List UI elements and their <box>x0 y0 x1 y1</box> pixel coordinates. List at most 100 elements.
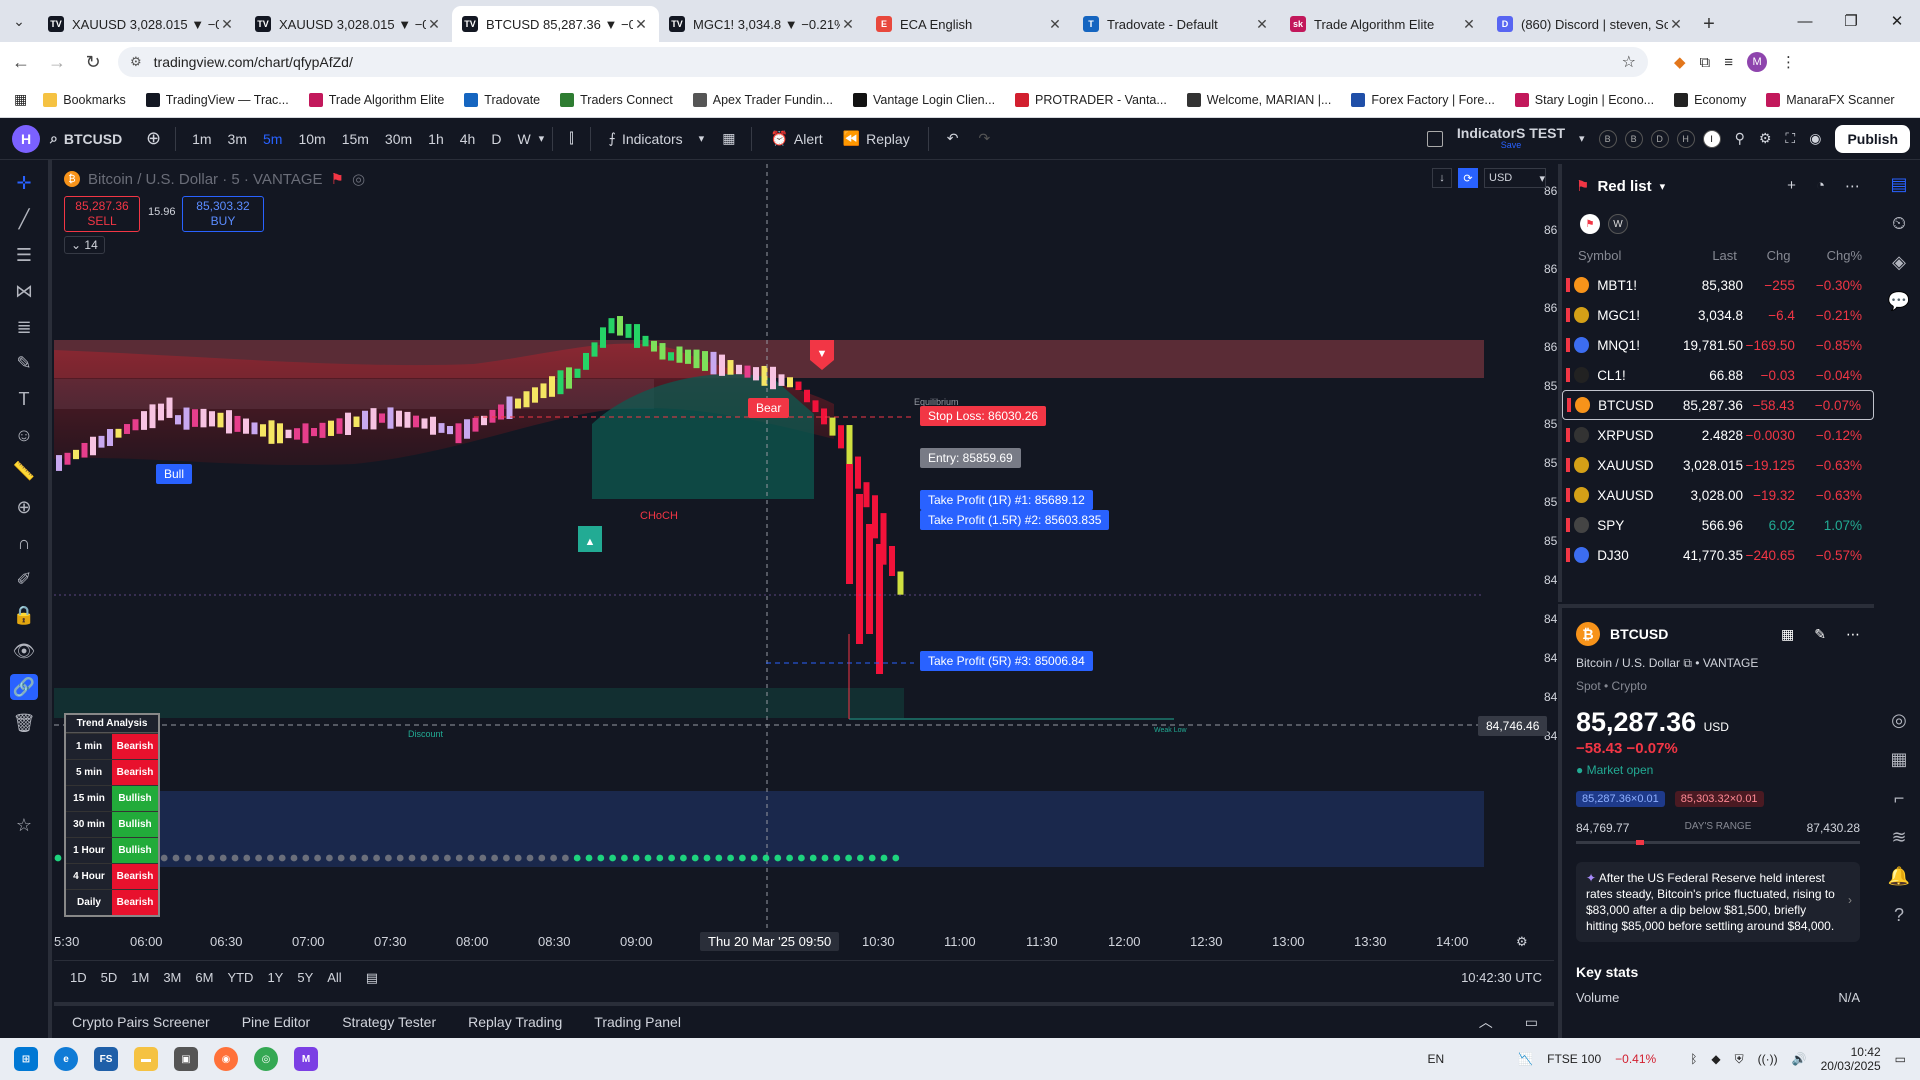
tab-search-icon[interactable]: ⌄ <box>0 0 38 42</box>
bookmark-item[interactable]: Traders Connect <box>560 92 673 107</box>
favorites-star-icon[interactable]: ☆ <box>10 812 38 838</box>
red-flag-icon[interactable] <box>1566 308 1570 322</box>
bookmark-item[interactable]: Economy <box>1674 92 1746 107</box>
bookmark-item[interactable]: TradingView — Trac... <box>145 92 289 107</box>
eye-icon[interactable]: 👁 <box>10 638 38 664</box>
timeframe-W[interactable]: W <box>509 131 538 147</box>
scroll-down-icon[interactable]: ↓ <box>1432 168 1452 188</box>
bookmark-item[interactable]: Vantage Login Clien... <box>852 92 995 107</box>
apps-grid-icon[interactable]: ▦ <box>14 91 27 108</box>
store-icon[interactable]: ▣ <box>166 1039 206 1079</box>
bookmark-item[interactable]: Tradovate <box>464 92 540 107</box>
back-icon[interactable]: ← <box>6 47 36 77</box>
watchlist-row[interactable]: CL1! 66.88 −0.03 −0.04% <box>1562 360 1874 390</box>
timeframe-10m[interactable]: 10m <box>290 131 333 147</box>
close-tab-icon[interactable]: ✕ <box>1254 16 1270 33</box>
close-tab-icon[interactable]: ✕ <box>1047 16 1063 33</box>
chevron-down-icon[interactable]: ▾ <box>1660 180 1666 193</box>
column-header[interactable]: Chg% <box>1791 248 1862 263</box>
edge-icon[interactable]: e <box>46 1039 86 1079</box>
chevron-down-icon[interactable]: ▾ <box>699 132 705 145</box>
emoji-icon[interactable]: ☺ <box>10 422 38 448</box>
details-symbol[interactable]: BTCUSD <box>1610 626 1668 642</box>
bluetooth-icon[interactable]: ᛒ <box>1690 1052 1697 1066</box>
watchlist-title[interactable]: Red list <box>1597 178 1651 195</box>
red-flag-icon[interactable] <box>1566 338 1570 352</box>
calendar-settings-icon[interactable]: ⚙ <box>1516 934 1528 950</box>
bookmark-item[interactable]: Bookmarks <box>43 92 126 107</box>
timeframe-1h[interactable]: 1h <box>420 131 452 147</box>
watchlist-row[interactable]: MBT1! 85,380 −255 −0.30% <box>1562 270 1874 300</box>
chart-type-icon[interactable]: ⫿ <box>561 130 581 147</box>
help-icon[interactable]: ? <box>1894 905 1904 926</box>
indicator-pill[interactable]: H <box>1676 129 1695 148</box>
browser-tab[interactable]: TV BTCUSD 85,287.36 ▼ −0. ✕ <box>452 6 659 42</box>
minimize-icon[interactable]: — <box>1782 13 1828 30</box>
red-flag-icon[interactable] <box>1566 278 1570 292</box>
timeframe-15m[interactable]: 15m <box>334 131 377 147</box>
browser-tab[interactable]: TV XAUUSD 3,028.015 ▼ −0. ✕ <box>38 6 245 42</box>
fss-app-icon[interactable]: FS <box>86 1039 126 1079</box>
symbol-search[interactable]: ⌕ BTCUSD <box>50 130 140 147</box>
reload-icon[interactable]: ↻ <box>78 47 108 77</box>
bookmark-item[interactable]: Welcome, MARIAN |... <box>1186 92 1331 107</box>
media-icon[interactable]: ≡ <box>1724 54 1733 71</box>
compare-symbol-icon[interactable]: ⊕ <box>146 128 161 149</box>
news-card[interactable]: ✦ After the US Federal Reserve held inte… <box>1576 862 1860 942</box>
file-explorer-icon[interactable]: ▬ <box>126 1039 166 1079</box>
bookmark-item[interactable]: Forex Factory | Fore... <box>1351 92 1495 107</box>
column-header[interactable]: Symbol <box>1578 248 1667 263</box>
ftse-label[interactable]: FTSE 100 <box>1547 1052 1601 1066</box>
volume-icon[interactable]: 🔊 <box>1792 1052 1807 1066</box>
horizontal-lines-icon[interactable]: ☰ <box>10 242 38 268</box>
watchlist-row[interactable]: NAS10019,587.20−159.65−0.81% <box>1562 570 1874 572</box>
target-icon[interactable]: ◎ <box>1891 710 1907 731</box>
add-symbol-icon[interactable]: + <box>1787 177 1796 195</box>
timeframe-30m[interactable]: 30m <box>377 131 420 147</box>
layers-icon[interactable]: ◈ <box>1892 252 1906 273</box>
fullscreen-icon[interactable]: ⛶ <box>1785 130 1795 147</box>
bottom-tab[interactable]: Trading Panel <box>594 1014 681 1030</box>
magnet-icon[interactable]: ∩ <box>10 530 38 556</box>
close-tab-icon[interactable]: ✕ <box>219 16 235 33</box>
timeframe-dropdown-icon[interactable]: ▾ <box>539 132 545 145</box>
flag-icon[interactable]: ⚑ <box>331 170 344 188</box>
range-YTD[interactable]: YTD <box>227 970 253 985</box>
timeframe-1m[interactable]: 1m <box>184 131 219 147</box>
wifi-icon[interactable]: ((·)) <box>1758 1052 1778 1066</box>
bottom-tab[interactable]: Crypto Pairs Screener <box>72 1014 210 1030</box>
text-tool-icon[interactable]: T <box>10 386 38 412</box>
browser-tab[interactable]: D (860) Discord | steven, Sc ✕ <box>1487 6 1694 42</box>
layout-checkbox-icon[interactable] <box>1426 130 1443 147</box>
range-5Y[interactable]: 5Y <box>297 970 313 985</box>
range-3M[interactable]: 3M <box>163 970 181 985</box>
site-info-icon[interactable]: ⚙ <box>130 54 142 70</box>
indicator-pill[interactable]: B <box>1624 129 1643 148</box>
browser-menu-icon[interactable]: ⋮ <box>1781 53 1796 71</box>
indicator-pill[interactable]: I <box>1702 129 1721 148</box>
lock-icon[interactable]: 🔒 <box>10 602 38 628</box>
edit-icon[interactable]: ✎ <box>1814 626 1826 643</box>
chart-canvas[interactable]: ▼ ▲ 86,800.0086,600.0086,400.0086,200.00… <box>54 164 1597 947</box>
calendar-icon[interactable]: ▦ <box>1890 749 1907 770</box>
chrome-icon[interactable]: ◎ <box>246 1039 286 1079</box>
watchlist-row[interactable]: MNQ1! 19,781.50 −169.50 −0.85% <box>1562 330 1874 360</box>
bookmark-item[interactable]: Apex Trader Fundin... <box>692 92 833 107</box>
range-All[interactable]: All <box>327 970 341 985</box>
new-tab-button[interactable]: + <box>1694 6 1724 42</box>
system-clock[interactable]: 10:42 20/03/2025 <box>1821 1045 1881 1073</box>
browser-tab[interactable]: E ECA English ✕ <box>866 6 1073 42</box>
broadcast-icon[interactable]: ≋ <box>1891 827 1906 848</box>
w-filter-icon[interactable]: W <box>1608 214 1628 234</box>
close-tab-icon[interactable]: ✕ <box>1668 16 1684 33</box>
bookmark-star-icon[interactable]: ☆ <box>1622 52 1636 72</box>
watchlist-row[interactable]: SPY 566.96 6.02 1.07% <box>1562 510 1874 540</box>
trash-icon[interactable]: 🗑 <box>10 710 38 736</box>
timeframe-D[interactable]: D <box>483 131 509 147</box>
range-1D[interactable]: 1D <box>70 970 87 985</box>
browser-tab[interactable]: TV MGC1! 3,034.8 ▼ −0.21% ✕ <box>659 6 866 42</box>
range-1Y[interactable]: 1Y <box>267 970 283 985</box>
firefox-icon[interactable]: ◉ <box>206 1039 246 1079</box>
red-flag-icon[interactable] <box>1567 398 1571 412</box>
red-flag-filter-icon[interactable]: ⚑ <box>1580 214 1600 234</box>
